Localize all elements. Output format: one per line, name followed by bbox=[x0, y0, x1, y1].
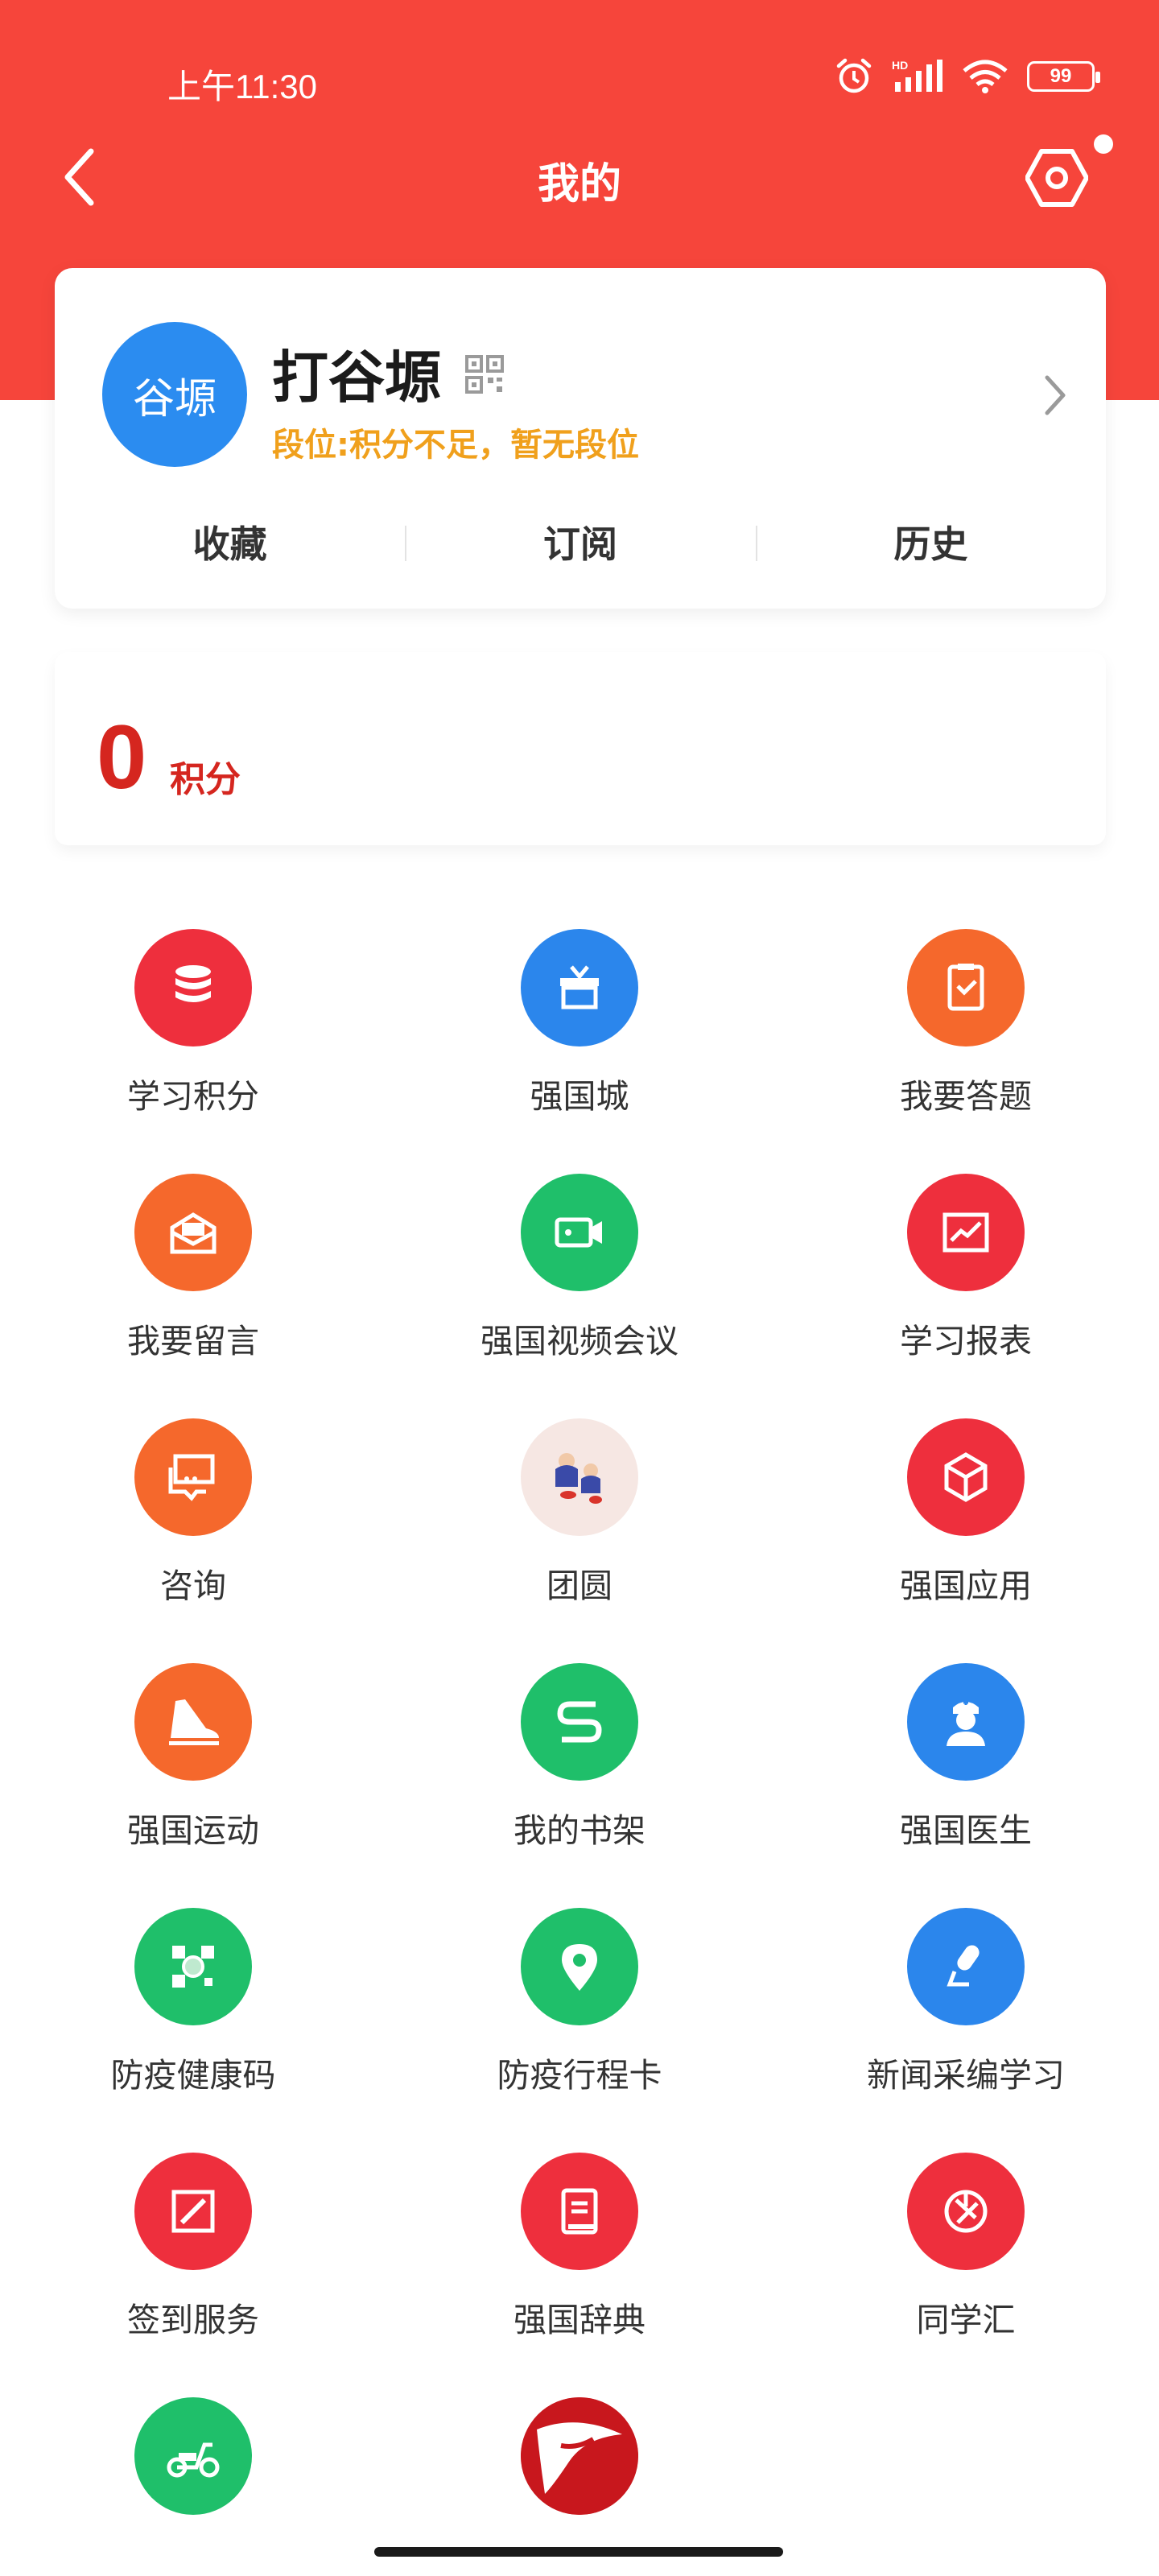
grid-item-label: 咨询 bbox=[160, 1567, 226, 1605]
page-title: 我的 bbox=[537, 160, 621, 208]
wifi-icon bbox=[963, 60, 1008, 93]
chat-icon bbox=[134, 1418, 252, 1536]
grid-item-label: 我的书架 bbox=[514, 1811, 645, 1850]
microphone-icon bbox=[907, 1908, 1025, 2025]
brand-logo-icon bbox=[521, 2397, 638, 2515]
grid-item-label: 强国运动 bbox=[127, 1811, 259, 1850]
status-time: 上午11:30 bbox=[167, 68, 317, 105]
qr-scan-icon bbox=[134, 1908, 252, 2025]
alarm-icon bbox=[836, 58, 872, 93]
grid-item-news-learning[interactable]: 新闻采编学习 bbox=[805, 1897, 1127, 2114]
grid-item-label: 学习积分 bbox=[127, 1077, 259, 1116]
battery-level: 99 bbox=[1050, 65, 1072, 87]
grid-item-sign-in[interactable]: 签到服务 bbox=[32, 2141, 354, 2359]
doctor-icon bbox=[907, 1663, 1025, 1781]
cube-icon bbox=[907, 1418, 1025, 1536]
grid-item-label: 强国医生 bbox=[900, 1811, 1032, 1850]
score-value: 0 bbox=[97, 707, 147, 807]
grid-item-label: 强国视频会议 bbox=[481, 1322, 678, 1360]
grid-item-label: 防疫健康码 bbox=[110, 2056, 276, 2095]
video-camera-icon bbox=[521, 1174, 638, 1291]
grid-item-label: 强国辞典 bbox=[514, 2301, 645, 2339]
grid-item-reunion[interactable]: 团圆 bbox=[419, 1407, 740, 1624]
grid-item-video-meeting[interactable]: 强国视频会议 bbox=[419, 1162, 740, 1380]
grid-item-label: 强国城 bbox=[530, 1077, 629, 1116]
status-icons: HD 99 bbox=[834, 58, 1100, 95]
grid-item-study-report[interactable]: 学习报表 bbox=[805, 1162, 1127, 1380]
grid-item-study-points[interactable]: 学习积分 bbox=[32, 918, 354, 1135]
home-indicator[interactable] bbox=[374, 2547, 783, 2557]
grid-item-label: 团圆 bbox=[547, 1567, 612, 1605]
grid-item-dictionary[interactable]: 强国辞典 bbox=[419, 2141, 740, 2359]
grid-item-classmates[interactable]: 同学汇 bbox=[805, 2141, 1127, 2359]
grid-item-qiangguo-city[interactable]: 强国城 bbox=[419, 918, 740, 1135]
grid-item-scooter[interactable] bbox=[32, 2386, 354, 2576]
grid-item-answer-quiz[interactable]: 我要答题 bbox=[805, 918, 1127, 1135]
grid-item-bookshelf[interactable]: 我的书架 bbox=[419, 1652, 740, 1869]
grid-item-label: 我要留言 bbox=[127, 1322, 259, 1360]
scooter-icon bbox=[134, 2397, 252, 2515]
grid-item-consult[interactable]: 咨询 bbox=[32, 1407, 354, 1624]
user-name[interactable]: 打谷塬 bbox=[272, 332, 441, 414]
grid-item-doctor[interactable]: 强国医生 bbox=[805, 1652, 1127, 1869]
database-icon bbox=[134, 929, 252, 1046]
grid-item-label: 学习报表 bbox=[900, 1322, 1032, 1360]
profile-tabs: 收藏 订阅 历史 bbox=[55, 502, 1106, 582]
avatar[interactable]: 谷塬 bbox=[102, 322, 247, 467]
mail-icon bbox=[134, 1174, 252, 1291]
signal-icon: HD bbox=[892, 59, 942, 92]
sign-pen-icon bbox=[134, 2153, 252, 2270]
chevron-right-icon[interactable] bbox=[1041, 373, 1070, 418]
profile-card: 谷塬 打谷塬 段位:积分不足，暂无段位 收藏 订阅 历史 bbox=[55, 268, 1106, 609]
chart-trend-icon bbox=[907, 1174, 1025, 1291]
tab-history[interactable]: 历史 bbox=[755, 502, 1106, 582]
grid-item-sports[interactable]: 强国运动 bbox=[32, 1652, 354, 1869]
grid-item-label: 签到服务 bbox=[127, 2301, 259, 2339]
reunion-illustration-icon bbox=[521, 1418, 638, 1536]
score-card[interactable]: 0 积分 bbox=[55, 652, 1106, 845]
grid-item-health-code[interactable]: 防疫健康码 bbox=[32, 1897, 354, 2114]
aperture-icon bbox=[907, 2153, 1025, 2270]
shoe-icon bbox=[134, 1663, 252, 1781]
grid-item-label: 强国应用 bbox=[900, 1567, 1032, 1605]
grid-item-label: 防疫行程卡 bbox=[497, 2056, 662, 2095]
rank-text: 段位:积分不足，暂无段位 bbox=[272, 427, 639, 464]
grid-item-travel-card[interactable]: 防疫行程卡 bbox=[419, 1897, 740, 2114]
location-pin-icon bbox=[521, 1908, 638, 2025]
grid-item-label: 我要答题 bbox=[900, 1077, 1032, 1116]
notification-dot bbox=[1094, 134, 1113, 154]
score-unit: 积分 bbox=[170, 759, 241, 800]
grid-item-label: 新闻采编学习 bbox=[867, 2056, 1065, 2095]
clipboard-check-icon bbox=[907, 929, 1025, 1046]
grid-item-apps[interactable]: 强国应用 bbox=[805, 1407, 1127, 1624]
grid-item-leave-message[interactable]: 我要留言 bbox=[32, 1162, 354, 1380]
tab-subscriptions[interactable]: 订阅 bbox=[405, 502, 755, 582]
tab-favorites[interactable]: 收藏 bbox=[55, 502, 405, 582]
bookshelf-icon bbox=[521, 1663, 638, 1781]
dictionary-icon bbox=[521, 2153, 638, 2270]
settings-hexagon-icon[interactable] bbox=[1025, 147, 1088, 209]
battery-icon: 99 bbox=[1027, 61, 1100, 92]
gift-box-icon bbox=[521, 929, 638, 1046]
grid-item-label: 同学汇 bbox=[916, 2301, 1016, 2339]
qr-code-icon[interactable] bbox=[465, 355, 504, 394]
network-label: HD bbox=[892, 59, 908, 72]
